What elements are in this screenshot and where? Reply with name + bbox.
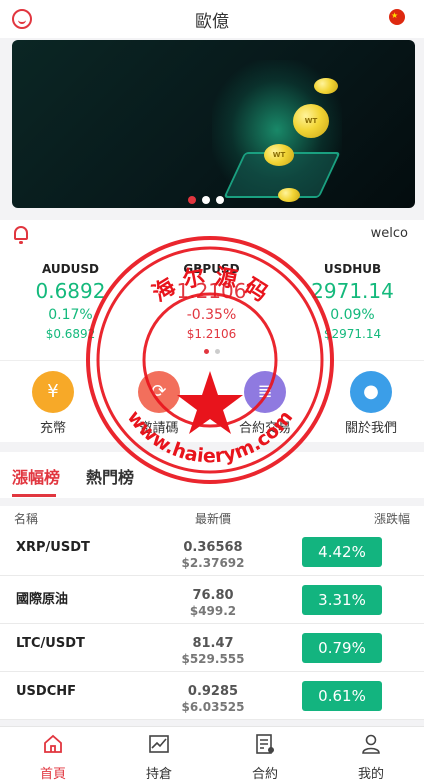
- market-change: -0.35%: [186, 307, 237, 323]
- ranking-list: XRP/USDT 0.36568 $2.37692 4.42% 國際原油 76.…: [0, 528, 424, 720]
- table-row[interactable]: USDCHF 0.9285 $6.03525 0.61%: [0, 672, 424, 720]
- tab-contract[interactable]: 合約: [212, 727, 318, 782]
- coin-icon: WT: [293, 104, 329, 138]
- coin-icon: WT: [264, 144, 294, 166]
- market-card[interactable]: AUDUSD 0.6892 0.17% $0.6892: [0, 248, 141, 360]
- tab-label: 持倉: [145, 767, 172, 782]
- market-sub-price: $2971.14: [323, 327, 382, 341]
- market-ticker: AUDUSD 0.6892 0.17% $0.6892 GBPUSD 1.210…: [0, 248, 424, 360]
- row-change-badge: 3.31%: [302, 585, 382, 615]
- ticker-pagination[interactable]: [204, 349, 220, 354]
- tab-label: 合約: [251, 767, 278, 782]
- user-icon: [362, 734, 380, 754]
- row-change-badge: 4.42%: [302, 537, 382, 567]
- market-price: 0.6892: [35, 279, 106, 303]
- document-icon: ≣: [244, 371, 286, 413]
- column-name: 名稱: [14, 512, 39, 526]
- quick-menu: ¥ 充幣 ⟳ 邀請碼 ≣ 合約交易 ● 關於我們: [0, 360, 424, 442]
- row-price-usd: $6.03525: [181, 700, 245, 714]
- bell-icon: [14, 226, 28, 244]
- table-row[interactable]: 國際原油 76.80 $499.2 3.31%: [0, 576, 424, 624]
- menu-label: 充幣: [39, 421, 66, 436]
- menu-label: 關於我們: [344, 421, 397, 436]
- table-header: 名稱 最新價 漲跌幅: [0, 506, 424, 528]
- market-price: 2971.14: [311, 279, 394, 303]
- row-name: XRP/USDT: [16, 540, 90, 555]
- promo-banner[interactable]: WT WT: [12, 40, 415, 208]
- banner-dot[interactable]: [202, 196, 210, 204]
- app-header: 歐億 ★: [0, 0, 424, 38]
- market-symbol: AUDUSD: [42, 262, 99, 276]
- ranking-tabs: 漲幅榜 熱門榜: [0, 452, 424, 498]
- market-symbol: GBPUSD: [183, 262, 240, 276]
- row-name: USDCHF: [16, 684, 77, 699]
- market-card[interactable]: GBPUSD 1.2106 -0.35% $1.2106: [141, 248, 282, 360]
- row-price-usd: $499.2: [189, 604, 237, 618]
- language-flag-icon[interactable]: ★: [389, 9, 405, 25]
- row-price-usd: $2.37692: [181, 556, 245, 570]
- market-price: 1.2106: [176, 279, 247, 303]
- bottom-tab-bar: 首頁 持倉 合約 我的: [0, 726, 424, 782]
- tab-gainers[interactable]: 漲幅榜: [12, 464, 60, 488]
- table-row[interactable]: XRP/USDT 0.36568 $2.37692 4.42%: [0, 528, 424, 576]
- ticker-dot[interactable]: [204, 349, 209, 354]
- banner-dot[interactable]: [216, 196, 224, 204]
- banner-pagination[interactable]: [188, 196, 224, 204]
- customer-service-icon[interactable]: [12, 9, 32, 29]
- users-icon: ●: [350, 371, 392, 413]
- row-name: LTC/USDT: [16, 636, 85, 651]
- row-change-badge: 0.79%: [302, 633, 382, 663]
- menu-invite-code[interactable]: ⟳ 邀請碼: [106, 361, 212, 442]
- row-price: 76.80: [192, 588, 234, 603]
- home-icon: [44, 734, 62, 753]
- notice-text: welco: [370, 226, 408, 241]
- tab-label: 我的: [357, 767, 384, 782]
- row-name: 國際原油: [16, 592, 69, 607]
- ticker-dot[interactable]: [215, 349, 220, 354]
- row-price: 0.9285: [187, 684, 239, 699]
- tab-label: 首頁: [39, 767, 66, 782]
- yuan-coin-icon: ¥: [32, 371, 74, 413]
- menu-contract-trade[interactable]: ≣ 合約交易: [212, 361, 318, 442]
- market-sub-price: $0.6892: [45, 327, 96, 341]
- tab-positions[interactable]: 持倉: [106, 727, 212, 782]
- coin-icon: [314, 78, 338, 94]
- active-tab-indicator: [12, 494, 56, 497]
- market-sub-price: $1.2106: [186, 327, 237, 341]
- menu-deposit[interactable]: ¥ 充幣: [0, 361, 106, 442]
- menu-label: 合約交易: [238, 421, 291, 436]
- banner-dot[interactable]: [188, 196, 196, 204]
- tab-hot[interactable]: 熱門榜: [86, 464, 134, 488]
- column-change: 漲跌幅: [373, 512, 410, 526]
- market-change: 0.09%: [330, 307, 375, 323]
- refresh-icon: ⟳: [138, 371, 180, 413]
- chart-icon: [149, 735, 169, 753]
- page-title: 歐億: [195, 11, 229, 32]
- tab-home[interactable]: 首頁: [0, 727, 106, 782]
- market-symbol: USDHUB: [323, 262, 382, 276]
- market-change: 0.17%: [48, 307, 93, 323]
- notice-bar[interactable]: welco: [0, 220, 424, 248]
- row-price: 81.47: [192, 636, 234, 651]
- menu-label: 邀請碼: [139, 421, 179, 436]
- table-row[interactable]: LTC/USDT 81.47 $529.555 0.79%: [0, 624, 424, 672]
- contract-icon: [256, 734, 274, 754]
- row-change-badge: 0.61%: [302, 681, 382, 711]
- column-price: 最新價: [195, 512, 232, 526]
- menu-about-us[interactable]: ● 關於我們: [318, 361, 424, 442]
- coin-icon: [278, 188, 300, 202]
- market-card[interactable]: USDHUB 2971.14 0.09% $2971.14: [282, 248, 423, 360]
- row-price-usd: $529.555: [181, 652, 245, 666]
- tab-mine[interactable]: 我的: [318, 727, 424, 782]
- row-price: 0.36568: [183, 540, 243, 555]
